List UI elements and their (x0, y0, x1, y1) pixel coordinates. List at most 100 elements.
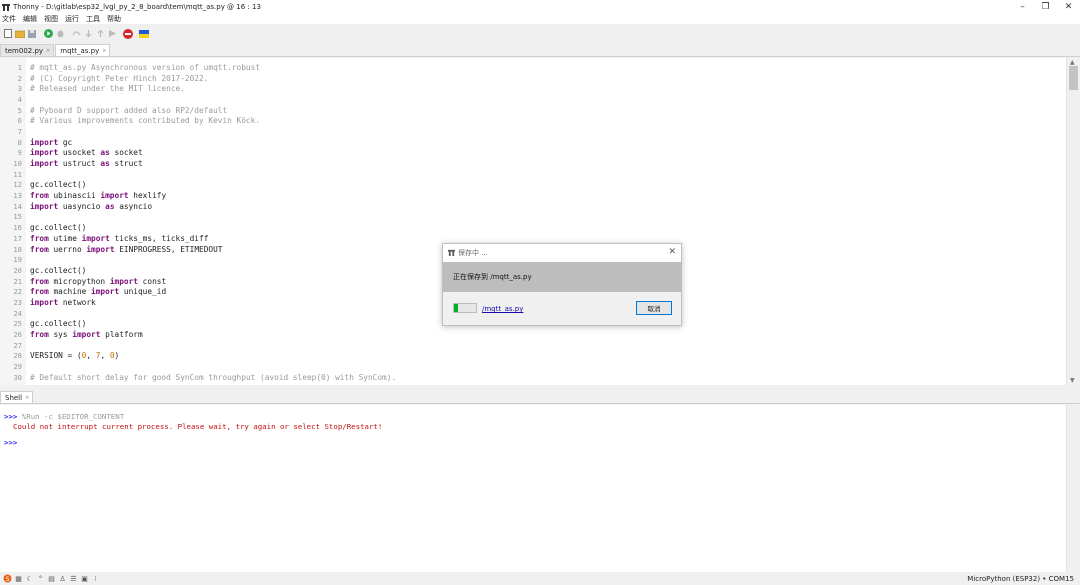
dialog-title: 保存中 ... (458, 249, 488, 257)
file-link[interactable]: /mqtt_as.py (482, 305, 523, 313)
line-number: 11 (13, 169, 22, 179)
maximize-button[interactable]: ❐ (1034, 0, 1057, 13)
keyboard-icon[interactable]: ▤ (47, 574, 56, 583)
open-file-icon[interactable] (15, 29, 25, 39)
toolbar (0, 25, 1080, 42)
stop-icon[interactable] (123, 28, 133, 39)
user-icon[interactable]: ♙ (58, 574, 67, 583)
code-editor[interactable]: 1 # mqtt_as.py Asynchronous version of um… (0, 58, 1066, 385)
line-number: 26 (13, 330, 22, 340)
moon-icon[interactable]: ☾ (25, 574, 34, 583)
code-line: 8 import gc (0, 137, 1066, 148)
settings-icon[interactable]: ▣ (80, 574, 89, 583)
line-number: 6 (17, 116, 22, 126)
menu-run[interactable]: 运行 (65, 14, 79, 24)
tab-tem002[interactable]: tem002.py × (0, 44, 55, 56)
code-text: import gc (30, 137, 73, 147)
code-text: VERSION = (0, 7, 0) (30, 351, 120, 361)
line-number: 28 (13, 351, 22, 361)
tab-close-icon[interactable]: × (102, 48, 106, 54)
notification-icon[interactable]: S (3, 574, 12, 583)
line-number: 25 (13, 319, 22, 329)
code-text: # Default short delay for good SynCom th… (30, 372, 397, 382)
close-button[interactable]: ✕ (1057, 0, 1080, 13)
shell-error-message: Could not interrupt current process. Ple… (13, 422, 383, 431)
cancel-button[interactable]: 取消 (636, 301, 672, 315)
code-line: 4 (0, 94, 1066, 105)
code-line: 30 # Default short delay for good SynCom … (0, 372, 1066, 383)
code-line: 16 gc.collect() (0, 222, 1066, 233)
step-out-icon[interactable] (95, 29, 105, 39)
menu-file[interactable]: 文件 (2, 14, 16, 24)
thonny-window: Thonny - D:\gitlab\esp32_lvgl_py_2_8_boa… (0, 0, 1080, 585)
run-icon[interactable] (43, 29, 53, 39)
step-into-icon[interactable] (83, 29, 93, 39)
line-number: 4 (17, 94, 22, 104)
tab-close-icon[interactable]: × (25, 395, 29, 401)
code-text: from sys import platform (30, 330, 143, 340)
grid-icon[interactable]: ▦ (14, 574, 23, 583)
thonny-logo-icon (448, 249, 455, 258)
save-file-icon[interactable] (27, 29, 37, 39)
menu-edit[interactable]: 编辑 (23, 14, 37, 24)
line-number: 22 (13, 287, 22, 297)
scroll-up-icon[interactable]: ▲ (1070, 59, 1075, 66)
shell-prompt: >>> (4, 412, 18, 421)
line-number: 17 (13, 233, 22, 243)
line-number: 16 (13, 223, 22, 233)
tab-mqtt-as[interactable]: mqtt_as.py × (55, 44, 111, 56)
code-line: 12 gc.collect() (0, 180, 1066, 191)
saving-dialog: 保存中 ... ✕ 正在保存到 /mqtt_as.py /mqtt_as.py … (442, 243, 682, 326)
list-icon[interactable]: ☰ (69, 574, 78, 583)
ukraine-flag-icon[interactable] (139, 29, 149, 39)
code-line: 9 import usocket as socket (0, 148, 1066, 159)
line-number: 7 (17, 126, 22, 136)
status-bar: S ▦ ☾ ° ▤ ♙ ☰ ▣ ⁝ MicroPython (ESP32) • … (0, 572, 1080, 585)
line-number: 3 (17, 84, 22, 94)
shell-input-line[interactable]: >>> (4, 438, 17, 447)
code-text: gc.collect() (30, 223, 87, 233)
shell-console[interactable]: >>> %Run -c $EDITOR_CONTENT Could not in… (0, 405, 1066, 572)
line-number: 10 (13, 159, 22, 169)
code-text: from uerrno import EINPROGRESS, ETIMEDOU… (30, 244, 223, 254)
minimize-button[interactable]: – (1011, 0, 1034, 13)
code-line: 15 (0, 212, 1066, 223)
tab-close-icon[interactable]: × (46, 48, 50, 54)
degree-icon[interactable]: ° (36, 574, 45, 583)
dialog-body: /mqtt_as.py 取消 (443, 292, 681, 325)
code-line: 3 # Released under the MIT licence. (0, 83, 1066, 94)
line-number: 30 (13, 372, 22, 382)
line-number: 29 (13, 362, 22, 372)
code-line: 10 import ustruct as struct (0, 158, 1066, 169)
menu-help[interactable]: 帮助 (107, 14, 121, 24)
line-number: 21 (13, 276, 22, 286)
dialog-message: 正在保存到 /mqtt_as.py (443, 262, 681, 292)
step-over-icon[interactable] (71, 29, 81, 39)
code-line: 7 (0, 126, 1066, 137)
code-line: 14 import uasyncio as asyncio (0, 201, 1066, 212)
code-line: 27 (0, 340, 1066, 351)
line-number: 1 (17, 62, 22, 72)
tab-label: mqtt_as.py (60, 46, 100, 55)
code-line: 28 VERSION = (0, 7, 0) (0, 351, 1066, 362)
line-number: 23 (13, 297, 22, 307)
debug-icon[interactable] (55, 29, 65, 39)
more-icon[interactable]: ⁝ (91, 574, 100, 583)
scrollbar-thumb[interactable] (1069, 66, 1078, 90)
code-text: from machine import unique_id (30, 287, 167, 297)
new-file-icon[interactable] (3, 29, 13, 39)
dialog-title-bar: 保存中 ... ✕ (443, 244, 681, 262)
tab-shell[interactable]: Shell × (0, 391, 34, 403)
code-text: import network (30, 297, 96, 307)
dialog-close-icon[interactable]: ✕ (668, 247, 676, 257)
editor-scrollbar[interactable]: ▲ ▼ (1066, 58, 1080, 385)
window-title: Thonny - D:\gitlab\esp32_lvgl_py_2_8_boa… (13, 2, 261, 11)
shell-scrollbar[interactable] (1066, 405, 1080, 572)
menu-view[interactable]: 视图 (44, 14, 58, 24)
resume-icon[interactable] (107, 29, 117, 39)
scroll-down-icon[interactable]: ▼ (1070, 377, 1075, 384)
interpreter-status[interactable]: MicroPython (ESP32) • COM15 (967, 572, 1074, 585)
code-line: 1 # mqtt_as.py Asynchronous version of um… (0, 62, 1066, 73)
menu-tools[interactable]: 工具 (86, 14, 100, 24)
code-text: from micropython import const (30, 276, 167, 286)
